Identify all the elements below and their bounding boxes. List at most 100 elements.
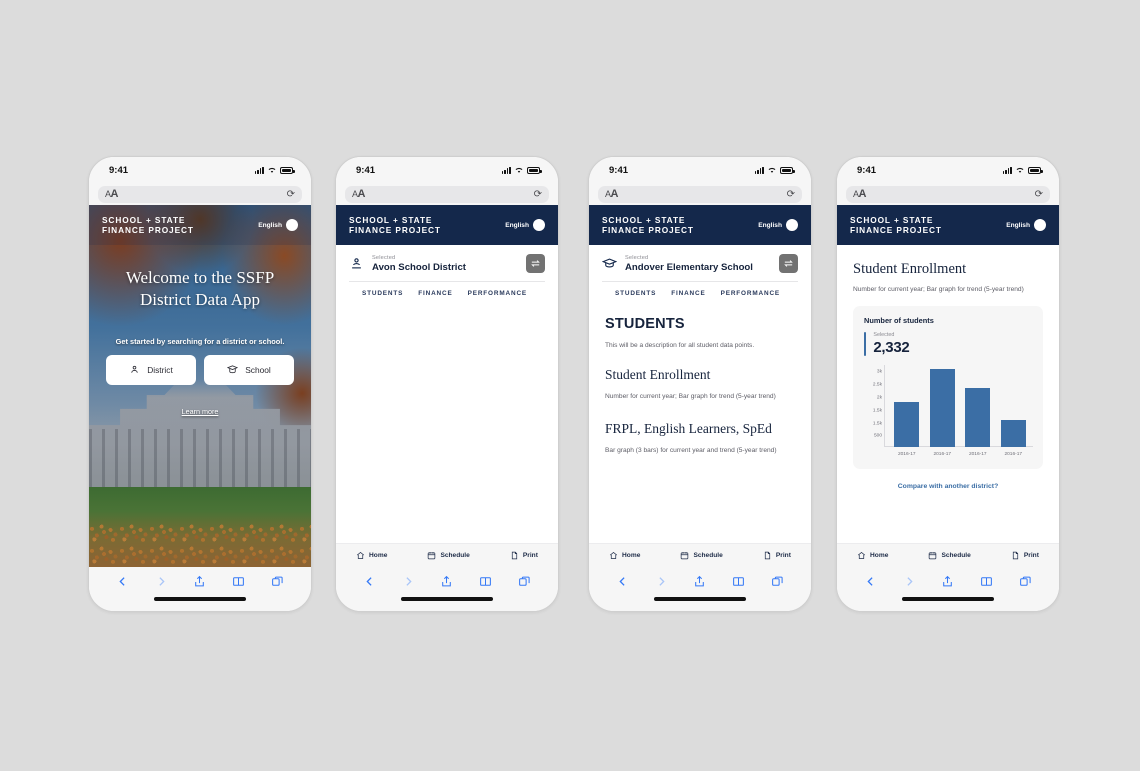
nav-item-schedule[interactable]: Schedule — [680, 551, 723, 560]
block-heading-enrollment[interactable]: Student Enrollment — [605, 367, 795, 383]
nav-item-home[interactable]: Home — [356, 551, 387, 560]
reload-icon[interactable]: ⟳ — [787, 189, 795, 200]
browser-url-bar[interactable]: AA ⟳ — [336, 183, 558, 205]
swap-entity-button[interactable] — [779, 254, 798, 273]
tabs-icon[interactable] — [518, 575, 531, 588]
phone-mockup-1: 9:41 AA ⟳ SCHOOL + STATE FINANCE PROJECT… — [88, 156, 312, 612]
share-icon[interactable] — [193, 575, 206, 588]
share-icon[interactable] — [941, 575, 954, 588]
chart-bar[interactable] — [965, 388, 991, 448]
calendar-icon — [929, 552, 937, 560]
hero-cta-text: Get started by searching for a district … — [115, 336, 285, 346]
nav-item-home[interactable]: Home — [857, 551, 888, 560]
browser-toolbar — [837, 567, 1059, 595]
back-chevron-icon[interactable] — [616, 575, 629, 588]
nav-item-print[interactable]: Print — [510, 551, 538, 560]
globe-icon[interactable]: ⊕ — [1034, 219, 1046, 231]
globe-icon[interactable]: ⊕ — [533, 219, 545, 231]
calendar-icon — [681, 552, 689, 560]
nav-item-home[interactable]: Home — [609, 551, 640, 560]
language-label: English — [505, 221, 529, 229]
book-icon[interactable] — [232, 575, 245, 588]
url-pill[interactable]: AA ⟳ — [98, 185, 302, 203]
tab-students[interactable]: STUDENTS — [615, 290, 656, 297]
chart-bar-wrapper — [961, 365, 994, 448]
kpi-block: Selected 2,332 — [864, 332, 1033, 357]
chart-x-label: 2016-17 — [968, 452, 987, 458]
brand-logo[interactable]: SCHOOL + STATE FINANCE PROJECT — [602, 215, 694, 235]
app-header: SCHOOL + STATE FINANCE PROJECT English ⊕ — [837, 205, 1059, 245]
globe-icon[interactable]: ⊕ — [286, 219, 298, 231]
tab-students[interactable]: STUDENTS — [362, 290, 403, 297]
learn-more-link[interactable]: Learn more — [182, 407, 219, 416]
back-chevron-icon[interactable] — [363, 575, 376, 588]
chart-bar[interactable] — [1000, 420, 1026, 448]
text-size-button[interactable]: AA — [105, 188, 119, 200]
url-pill[interactable]: AA ⟳ — [345, 185, 549, 203]
language-selector[interactable]: English ⊕ — [258, 219, 298, 231]
home-indicator — [589, 595, 811, 611]
text-size-button[interactable]: AA — [352, 188, 366, 200]
brand-logo[interactable]: SCHOOL + STATE FINANCE PROJECT — [102, 215, 194, 235]
block-heading-frpl[interactable]: FRPL, English Learners, SpEd — [605, 421, 795, 437]
globe-icon[interactable]: ⊕ — [786, 219, 798, 231]
book-icon[interactable] — [732, 575, 745, 588]
tab-performance[interactable]: PERFORMANCE — [468, 290, 527, 297]
language-selector[interactable]: English ⊕ — [1006, 219, 1046, 231]
wifi-icon — [1016, 167, 1024, 173]
forward-chevron-icon[interactable] — [155, 575, 168, 588]
back-chevron-icon[interactable] — [116, 575, 129, 588]
forward-chevron-icon[interactable] — [903, 575, 916, 588]
share-icon[interactable] — [440, 575, 453, 588]
tabs-icon[interactable] — [271, 575, 284, 588]
brand-logo[interactable]: SCHOOL + STATE FINANCE PROJECT — [850, 215, 942, 235]
selected-value: Andover Elementary School — [625, 261, 753, 273]
book-icon[interactable] — [479, 575, 492, 588]
back-chevron-icon[interactable] — [864, 575, 877, 588]
browser-url-bar[interactable]: AA ⟳ — [837, 183, 1059, 205]
tab-performance[interactable]: PERFORMANCE — [721, 290, 780, 297]
status-time: 9:41 — [356, 164, 376, 176]
chart-bar[interactable] — [894, 402, 920, 448]
browser-url-bar[interactable]: AA ⟳ — [89, 183, 311, 205]
text-size-button[interactable]: AA — [605, 188, 619, 200]
nav-item-schedule[interactable]: Schedule — [427, 551, 470, 560]
browser-url-bar[interactable]: AA ⟳ — [589, 183, 811, 205]
reload-icon[interactable]: ⟳ — [287, 189, 295, 200]
chart-bar[interactable] — [929, 369, 955, 448]
page-description: Number for current year; Bar graph for t… — [853, 286, 1024, 293]
url-pill[interactable]: AA ⟳ — [598, 185, 802, 203]
url-pill[interactable]: AA ⟳ — [846, 185, 1050, 203]
reload-icon[interactable]: ⟳ — [534, 189, 542, 200]
nav-label-schedule: Schedule — [941, 552, 971, 559]
block-desc-frpl: Bar graph (3 bars) for current year and … — [605, 446, 777, 454]
language-selector[interactable]: English ⊕ — [505, 219, 545, 231]
brand-line-1: SCHOOL + STATE — [602, 214, 686, 225]
reload-icon[interactable]: ⟳ — [1035, 189, 1043, 200]
tab-finance[interactable]: FINANCE — [671, 290, 705, 297]
forward-chevron-icon[interactable] — [655, 575, 668, 588]
text-size-button[interactable]: AA — [853, 188, 867, 200]
tab-finance[interactable]: FINANCE — [418, 290, 452, 297]
wifi-icon — [768, 167, 776, 173]
nav-item-schedule[interactable]: Schedule — [928, 551, 971, 560]
hero-overlay: SCHOOL + STATE FINANCE PROJECT English ⊕… — [89, 205, 311, 567]
brand-line-2: FINANCE PROJECT — [602, 225, 694, 235]
compare-link[interactable]: Compare with another district? — [853, 483, 1043, 490]
brand-line-2: FINANCE PROJECT — [102, 225, 194, 235]
share-icon[interactable] — [693, 575, 706, 588]
book-icon[interactable] — [980, 575, 993, 588]
language-selector[interactable]: English ⊕ — [758, 219, 798, 231]
district-search-button[interactable]: District — [106, 354, 196, 385]
nav-item-print[interactable]: Print — [763, 551, 791, 560]
person-pin-icon — [131, 365, 138, 373]
nav-item-print[interactable]: Print — [1011, 551, 1039, 560]
tabs-icon[interactable] — [1019, 575, 1032, 588]
school-search-button[interactable]: School — [204, 354, 294, 385]
swap-entity-button[interactable] — [526, 254, 545, 273]
tabs-icon[interactable] — [771, 575, 784, 588]
forward-chevron-icon[interactable] — [402, 575, 415, 588]
status-time: 9:41 — [857, 164, 877, 176]
home-icon — [857, 552, 866, 559]
brand-logo[interactable]: SCHOOL + STATE FINANCE PROJECT — [349, 215, 441, 235]
